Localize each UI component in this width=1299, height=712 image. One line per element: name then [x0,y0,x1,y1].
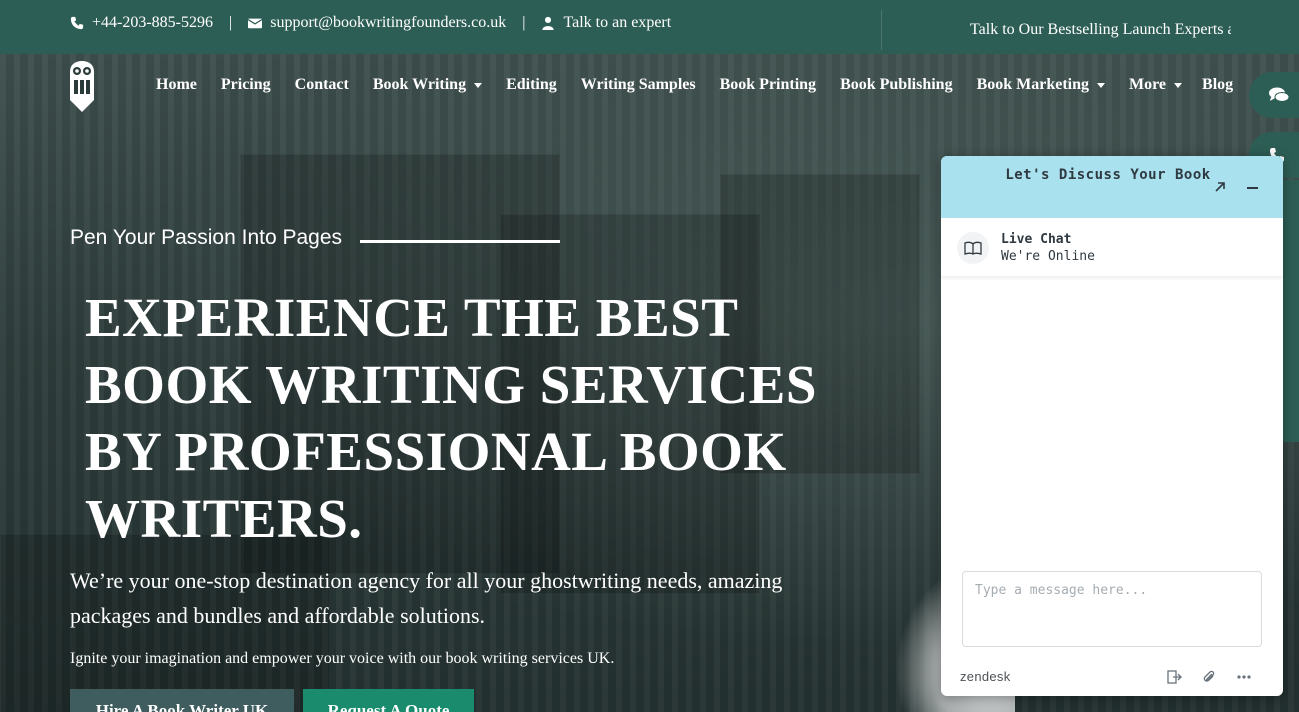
chat-agent-info: Live Chat We're Online [941,218,1283,276]
contact-info: +44-203-885-5296 | support@bookwritingfo… [70,14,671,32]
talk-to-expert-label: Talk to an expert [563,14,672,31]
minimize-icon[interactable] [1247,187,1258,189]
nav-writing-samples[interactable]: Writing Samples [581,76,696,94]
more-options-icon[interactable] [1236,669,1252,685]
chat-bubbles-icon [1269,87,1289,102]
phone-number: +44-203-885-5296 [92,14,214,31]
user-icon [542,16,555,30]
phone-link[interactable]: +44-203-885-5296 [70,14,213,32]
chat-message-input[interactable] [962,571,1262,647]
chat-title: Let's Discuss Your Book [1005,167,1211,183]
hire-book-writer-button[interactable]: Hire A Book Writer UK [70,689,294,712]
nav-book-printing[interactable]: Book Printing [720,76,816,94]
chat-footer: zendesk [941,662,1283,692]
caret-down-icon [1174,82,1183,88]
open-book-icon [964,241,982,255]
side-quote-strip[interactable] [1283,180,1299,442]
chat-header: Let's Discuss Your Book [941,156,1283,218]
nav-contact[interactable]: Contact [295,76,349,94]
email-link[interactable]: support@bookwritingfounders.co.uk [248,14,506,32]
owl-logo-icon[interactable] [68,60,96,114]
envelope-icon [248,18,263,29]
floating-chat-tab[interactable] [1249,72,1299,118]
phone-icon [70,16,84,30]
caret-down-icon [474,82,483,88]
nav-book-marketing[interactable]: Book Marketing [977,76,1106,94]
nav-blog[interactable]: Blog [1202,76,1233,94]
popout-arrow-icon[interactable] [1213,180,1227,194]
separator: | [229,14,233,31]
request-quote-button[interactable]: Request A Quote [303,689,474,712]
chat-widget: Let's Discuss Your Book Live Chat We're … [941,156,1283,696]
tagline-divider [360,240,560,243]
nav-pricing[interactable]: Pricing [221,76,271,94]
zendesk-brand: zendesk [960,669,1011,684]
agent-name: Live Chat [1001,232,1072,247]
nav-book-writing[interactable]: Book Writing [373,76,483,94]
marquee-text: Talk to Our Bestselling Launch Experts a [881,10,1231,50]
nav-home[interactable]: Home [156,76,197,94]
avatar [957,232,989,264]
top-contact-bar: +44-203-885-5296 | support@bookwritingfo… [0,0,1299,54]
caret-down-icon [1097,82,1106,88]
talk-to-expert-link[interactable]: Talk to an expert [541,14,671,32]
hero-headline: EXPERIENCE THE BEST BOOK WRITING SERVICE… [85,287,817,549]
hero-subcopy: We’re your one-stop destination agency f… [70,568,783,628]
paperclip-icon[interactable] [1201,669,1217,685]
main-nav: Home Pricing Contact Book Writing Editin… [156,76,1257,94]
separator: | [522,14,526,31]
end-chat-icon[interactable] [1166,669,1182,685]
email-address: support@bookwritingfounders.co.uk [270,14,507,31]
nav-book-publishing[interactable]: Book Publishing [840,76,953,94]
hero-small-copy: Ignite your imagination and empower your… [70,650,615,667]
nav-more[interactable]: More [1129,76,1183,94]
hero-tagline: Pen Your Passion Into Pages [70,226,343,249]
nav-editing[interactable]: Editing [506,76,557,94]
agent-status: We're Online [1001,249,1095,264]
